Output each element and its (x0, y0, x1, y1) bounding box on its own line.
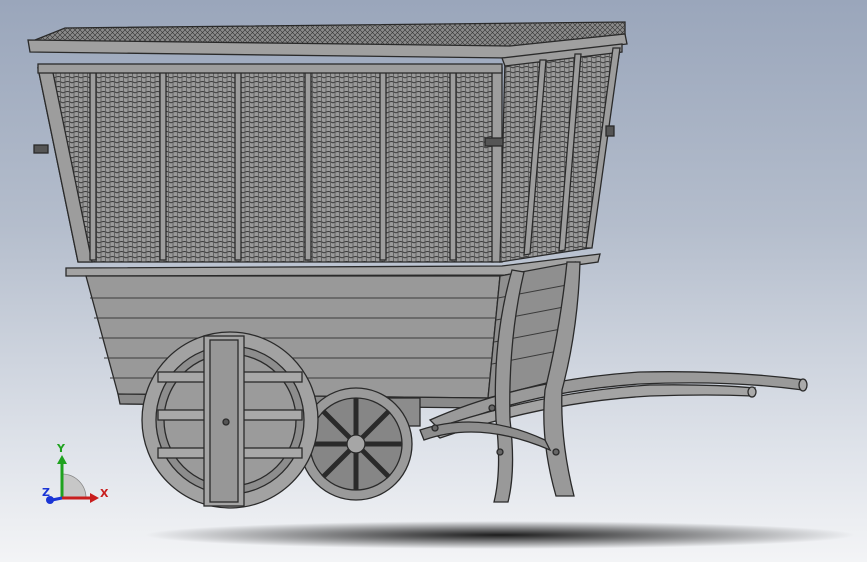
x-axis-label: X (100, 487, 109, 500)
z-axis-label: Z (42, 486, 50, 499)
axis-triad (46, 455, 99, 504)
triad-quarter-disc (61, 473, 87, 499)
y-axis-label: Y (57, 442, 65, 455)
y-arrowhead (57, 455, 67, 464)
x-arrowhead (90, 493, 99, 503)
model-viewport[interactable]: Y X Z (0, 0, 867, 562)
